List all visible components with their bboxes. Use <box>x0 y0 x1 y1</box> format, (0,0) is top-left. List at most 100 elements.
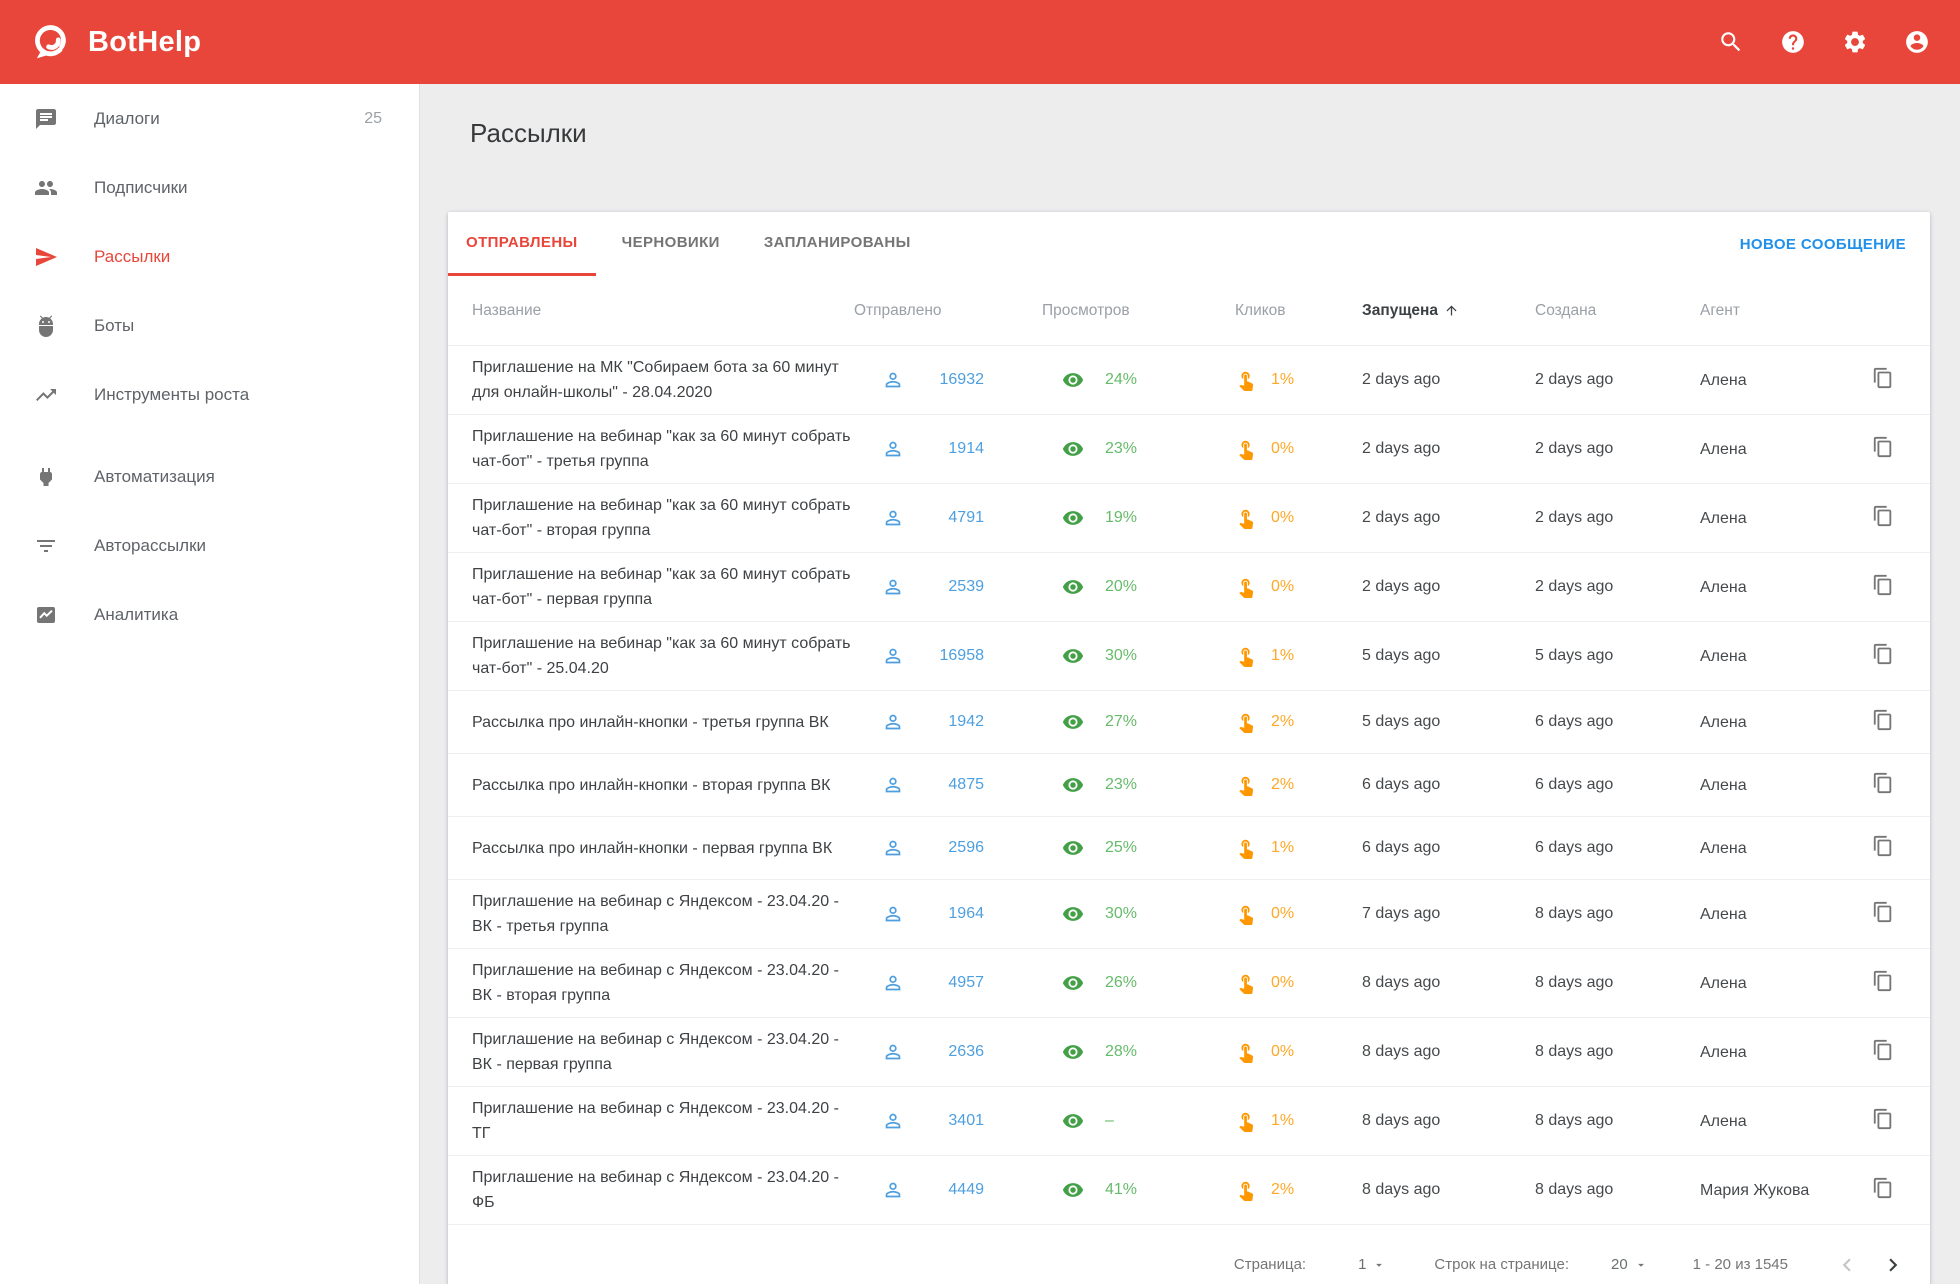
tabs-bar: ОТПРАВЛЕНЫ ЧЕРНОВИКИ ЗАПЛАНИРОВАНЫ НОВОЕ… <box>448 212 1930 276</box>
page-select[interactable]: 1 <box>1358 1256 1386 1273</box>
launched-date: 8 days ago <box>1362 1181 1535 1199</box>
sidebar-item-dialogs[interactable]: Диалоги 25 <box>0 84 419 153</box>
rows-per-page-select[interactable]: 20 <box>1611 1256 1648 1273</box>
copy-button[interactable] <box>1872 771 1896 795</box>
copy-button[interactable] <box>1872 900 1896 924</box>
eye-icon <box>1062 438 1084 460</box>
clicks-percent: 1% <box>1271 371 1294 389</box>
copy-icon <box>1872 709 1894 731</box>
sidebar-item-broadcasts[interactable]: Рассылки <box>0 222 419 291</box>
views-percent: 23% <box>1105 776 1137 794</box>
copy-button[interactable] <box>1872 1176 1896 1200</box>
search-icon[interactable] <box>1718 29 1744 55</box>
views-percent: 30% <box>1105 647 1137 665</box>
views-cell: 28% <box>1062 1041 1235 1063</box>
bothelp-logo[interactable]: BotHelp <box>28 19 201 65</box>
table-row[interactable]: Приглашение на вебинар с Яндексом - 23.0… <box>448 1086 1930 1155</box>
help-icon[interactable] <box>1780 29 1806 55</box>
tab-scheduled[interactable]: ЗАПЛАНИРОВАНЫ <box>746 212 929 276</box>
column-header-name[interactable]: Название <box>472 302 882 320</box>
column-header-launched[interactable]: Запущена <box>1362 302 1535 320</box>
table-row[interactable]: Приглашение на вебинар с Яндексом - 23.0… <box>448 948 1930 1017</box>
sidebar-item-auto-broadcasts[interactable]: Авторассылки <box>0 511 419 580</box>
sent-cell: 4449 <box>882 1179 1062 1201</box>
table-row[interactable]: Приглашение на МК "Собираем бота за 60 м… <box>448 345 1930 414</box>
tab-sent[interactable]: ОТПРАВЛЕНЫ <box>448 212 596 276</box>
eye-icon <box>1062 972 1084 994</box>
clicks-cell: 2% <box>1235 1179 1362 1201</box>
table-row[interactable]: Приглашение на вебинар с Яндексом - 23.0… <box>448 879 1930 948</box>
clicks-percent: 0% <box>1271 905 1294 923</box>
created-date: 8 days ago <box>1535 974 1700 992</box>
clicks-percent: 1% <box>1271 839 1294 857</box>
table-row[interactable]: Рассылка про инлайн-кнопки - вторая груп… <box>448 753 1930 816</box>
sidebar-item-growth-tools[interactable]: Инструменты роста <box>0 360 419 429</box>
sidebar-item-subscribers[interactable]: Подписчики <box>0 153 419 222</box>
created-date: 5 days ago <box>1535 647 1700 665</box>
clicks-percent: 0% <box>1271 1043 1294 1061</box>
column-header-agent[interactable]: Агент <box>1700 302 1872 320</box>
table-row[interactable]: Рассылка про инлайн-кнопки - третья груп… <box>448 690 1930 753</box>
sidebar-item-bots[interactable]: Боты <box>0 291 419 360</box>
subscriber-person-icon <box>882 972 904 994</box>
views-percent: 26% <box>1105 974 1137 992</box>
sidebar-item-label: Боты <box>94 316 134 336</box>
launched-date: 7 days ago <box>1362 905 1535 923</box>
copy-button[interactable] <box>1872 708 1896 732</box>
rows-per-page-label: Строк на странице: <box>1434 1256 1569 1273</box>
table-row[interactable]: Приглашение на вебинар "как за 60 минут … <box>448 621 1930 690</box>
broadcast-name: Приглашение на вебинар с Яндексом - 23.0… <box>472 1156 882 1224</box>
created-date: 2 days ago <box>1535 371 1700 389</box>
column-header-views[interactable]: Просмотров <box>1042 302 1235 320</box>
eye-icon <box>1062 711 1084 733</box>
sent-cell: 3401 <box>882 1110 1062 1132</box>
column-header-sent[interactable]: Отправлено <box>854 302 1062 320</box>
account-icon[interactable] <box>1904 29 1930 55</box>
sidebar-item-analytics[interactable]: Аналитика <box>0 580 419 649</box>
created-date: 6 days ago <box>1535 713 1700 731</box>
views-cell: 27% <box>1062 711 1235 733</box>
next-page-button[interactable] <box>1880 1252 1906 1278</box>
settings-gear-icon[interactable] <box>1842 29 1868 55</box>
table-row[interactable]: Приглашение на вебинар с Яндексом - 23.0… <box>448 1017 1930 1086</box>
created-date: 2 days ago <box>1535 509 1700 527</box>
table-row[interactable]: Приглашение на вебинар "как за 60 минут … <box>448 414 1930 483</box>
copy-button[interactable] <box>1872 969 1896 993</box>
new-message-button[interactable]: НОВОЕ СООБЩЕНИЕ <box>1740 236 1906 253</box>
views-cell: 30% <box>1062 645 1235 667</box>
group-icon <box>34 176 58 200</box>
tab-drafts[interactable]: ЧЕРНОВИКИ <box>604 212 738 276</box>
sent-cell: 4957 <box>882 972 1062 994</box>
copy-button[interactable] <box>1872 834 1896 858</box>
copy-button[interactable] <box>1872 642 1896 666</box>
sidebar-item-automation[interactable]: Автоматизация <box>0 442 419 511</box>
copy-button[interactable] <box>1872 1107 1896 1131</box>
send-icon <box>34 245 58 269</box>
sidebar-item-label: Инструменты роста <box>94 385 249 405</box>
copy-button[interactable] <box>1872 366 1896 390</box>
clicks-cell: 2% <box>1235 711 1362 733</box>
column-header-clicks[interactable]: Кликов <box>1235 302 1362 320</box>
sidebar-item-label: Диалоги <box>94 109 160 129</box>
broadcast-name: Приглашение на вебинар "как за 60 минут … <box>472 622 882 690</box>
eye-icon <box>1062 1110 1084 1132</box>
copy-button[interactable] <box>1872 504 1896 528</box>
copy-button[interactable] <box>1872 1038 1896 1062</box>
copy-button[interactable] <box>1872 573 1896 597</box>
touch-click-icon <box>1235 507 1257 529</box>
previous-page-button[interactable] <box>1834 1252 1860 1278</box>
touch-click-icon <box>1235 438 1257 460</box>
table-row[interactable]: Приглашение на вебинар "как за 60 минут … <box>448 483 1930 552</box>
table-row[interactable]: Приглашение на вебинар "как за 60 минут … <box>448 552 1930 621</box>
sidebar-item-label: Автоматизация <box>94 467 215 487</box>
copy-button[interactable] <box>1872 435 1896 459</box>
clicks-cell: 0% <box>1235 507 1362 529</box>
clicks-percent: 1% <box>1271 1112 1294 1130</box>
column-header-created[interactable]: Создана <box>1535 302 1700 320</box>
table-row[interactable]: Рассылка про инлайн-кнопки - первая груп… <box>448 816 1930 879</box>
touch-click-icon <box>1235 576 1257 598</box>
launched-date: 6 days ago <box>1362 839 1535 857</box>
sidebar-item-label: Подписчики <box>94 178 188 198</box>
table-row[interactable]: Приглашение на вебинар с Яндексом - 23.0… <box>448 1155 1930 1224</box>
broadcast-name: Приглашение на вебинар с Яндексом - 23.0… <box>472 1087 882 1155</box>
